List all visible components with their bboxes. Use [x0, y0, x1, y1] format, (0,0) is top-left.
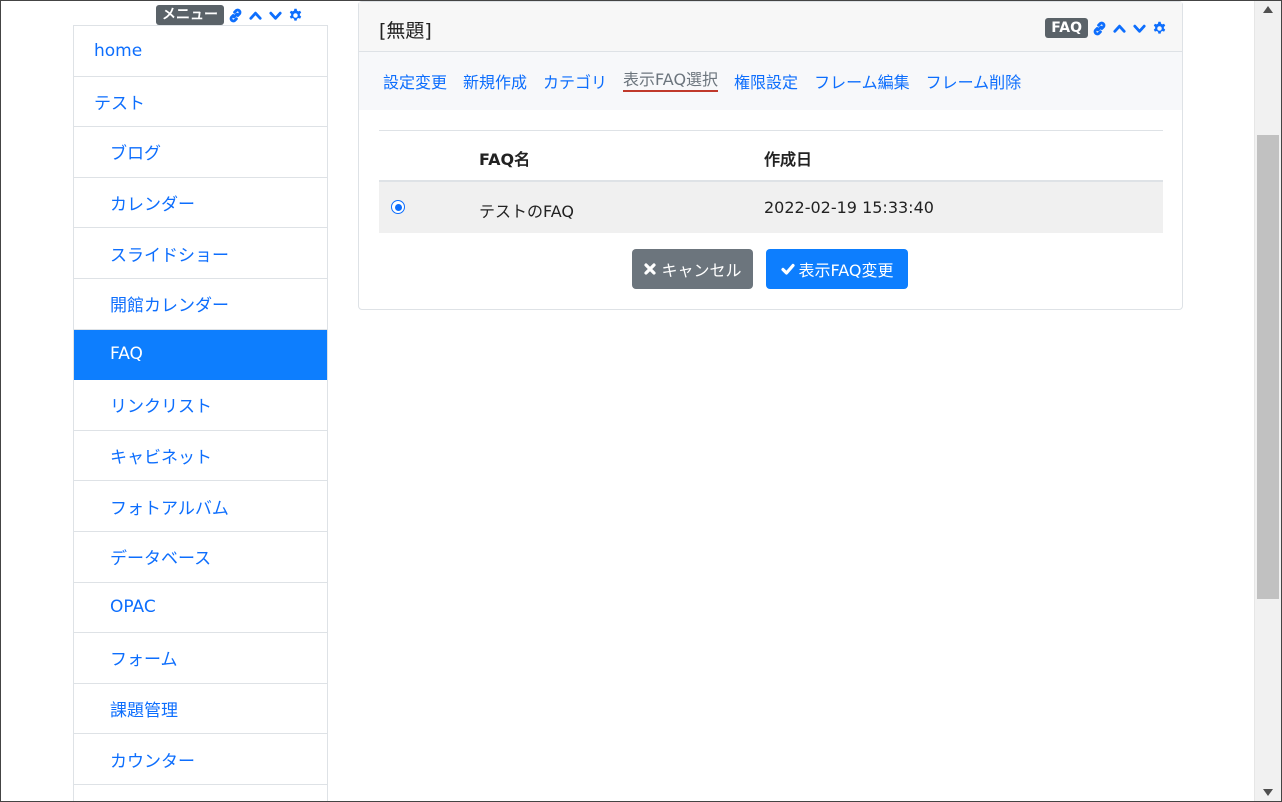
link-icon[interactable] — [1091, 20, 1108, 37]
column-header-faq-name: FAQ名 — [479, 150, 531, 169]
gear-icon[interactable] — [287, 7, 304, 24]
sidebar-item-label: home — [94, 40, 143, 61]
sidebar-item-home[interactable]: home — [74, 26, 327, 77]
tab-create-new[interactable]: 新規作成 — [463, 69, 527, 93]
faq-radio-button[interactable] — [391, 200, 405, 214]
sidebar-item-label: リンクリスト — [110, 397, 212, 418]
link-icon[interactable] — [227, 7, 244, 24]
cancel-button-label: キャンセル — [661, 261, 742, 280]
sidebar-item-opening-calendar[interactable]: 開館カレンダー — [74, 279, 327, 330]
sidebar-item-label: テスト — [94, 93, 145, 114]
sidebar-item-counter[interactable]: カウンター — [74, 734, 327, 785]
sidebar-item-label: フォトアルバム — [110, 498, 229, 519]
chevron-up-icon[interactable] — [1111, 20, 1128, 37]
table-header: FAQ名 作成日 — [379, 131, 1163, 182]
tab-category[interactable]: カテゴリ — [543, 69, 607, 93]
cancel-button[interactable]: キャンセル — [632, 249, 753, 289]
change-display-faq-button[interactable]: 表示FAQ変更 — [766, 249, 908, 289]
sidebar-item-task-management[interactable]: 課題管理 — [74, 684, 327, 735]
sidebar-item-label: 開館カレンダー — [110, 296, 229, 317]
sidebar-item-label: FAQ — [110, 344, 143, 365]
tab-settings-change[interactable]: 設定変更 — [383, 69, 447, 93]
sidebar-item-slideshow[interactable]: スライドショー — [74, 228, 327, 279]
sidebar-item-label: カウンター — [110, 751, 195, 772]
scrollbar-thumb[interactable] — [1257, 135, 1279, 599]
created-date-cell: 2022-02-19 15:33:40 — [764, 198, 934, 217]
table-row: テストのFAQ 2022-02-19 15:33:40 — [379, 182, 1163, 233]
sidebar-item-cabinet[interactable]: キャビネット — [74, 431, 327, 482]
sidebar-item-label: 課題管理 — [110, 701, 178, 722]
sidebar-item-blog[interactable]: ブログ — [74, 127, 327, 178]
sidebar-item-test[interactable]: テスト — [74, 77, 327, 128]
vertical-scrollbar[interactable] — [1254, 1, 1281, 801]
sidebar-item-label: フォーム — [110, 650, 178, 671]
submit-button-label: 表示FAQ変更 — [798, 261, 894, 280]
tab-select-display-faq[interactable]: 表示FAQ選択 — [623, 70, 719, 92]
sidebar-item-faq[interactable]: FAQ — [74, 329, 327, 381]
close-icon — [644, 263, 657, 275]
faq-frame-header: [無題] FAQ — [359, 2, 1182, 52]
sidebar-item-database[interactable]: データベース — [74, 532, 327, 583]
tab-edit-frame[interactable]: フレーム編集 — [814, 69, 910, 93]
sidebar-item-label: ブログ — [110, 144, 161, 165]
sidebar-item-opac[interactable]: OPAC — [74, 583, 327, 634]
chevron-down-icon[interactable] — [267, 7, 284, 24]
column-header-created: 作成日 — [764, 150, 813, 169]
faq-select-table: FAQ名 作成日 テストのFAQ 2022-02-19 15:33:40 — [379, 130, 1163, 233]
sidebar-item-label: キャビネット — [110, 448, 212, 469]
check-icon — [780, 263, 795, 275]
faq-frame: [無題] FAQ 設定変更 新規作成 カテゴリ 表示FAQ選択 権限設定 フレー… — [358, 1, 1183, 310]
frame-controls: FAQ — [1045, 18, 1168, 38]
scroll-up-arrow-icon[interactable] — [1255, 1, 1281, 18]
sidebar-item-photoalbum[interactable]: フォトアルバム — [74, 481, 327, 532]
frame-title: [無題] — [379, 20, 432, 42]
gear-icon[interactable] — [1151, 20, 1168, 37]
faq-name-cell: テストのFAQ — [479, 202, 574, 221]
sidebar-item-calendar[interactable]: カレンダー — [74, 178, 327, 229]
faq-tabs: 設定変更 新規作成 カテゴリ 表示FAQ選択 権限設定 フレーム編集 フレーム削… — [359, 52, 1182, 110]
sidebar-item-more[interactable] — [74, 785, 327, 802]
menu-frame-badge: メニュー — [156, 5, 224, 25]
scroll-down-arrow-icon[interactable] — [1255, 784, 1281, 801]
faq-frame-badge: FAQ — [1045, 18, 1088, 38]
chevron-up-icon[interactable] — [247, 7, 264, 24]
sidebar-item-label: スライドショー — [110, 245, 229, 266]
tab-delete-frame[interactable]: フレーム削除 — [926, 69, 1022, 93]
sidebar-item-label: カレンダー — [110, 195, 195, 216]
sidebar-menu: home テスト ブログ カレンダー スライドショー 開館カレンダー FAQ リ… — [73, 25, 328, 802]
menu-frame-header: メニュー — [156, 5, 304, 25]
sidebar-item-label: OPAC — [110, 597, 156, 618]
sidebar-item-form[interactable]: フォーム — [74, 633, 327, 684]
tab-permissions[interactable]: 権限設定 — [734, 69, 798, 93]
sidebar-item-linklist[interactable]: リンクリスト — [74, 380, 327, 431]
chevron-down-icon[interactable] — [1131, 20, 1148, 37]
sidebar-item-label: データベース — [110, 549, 212, 570]
